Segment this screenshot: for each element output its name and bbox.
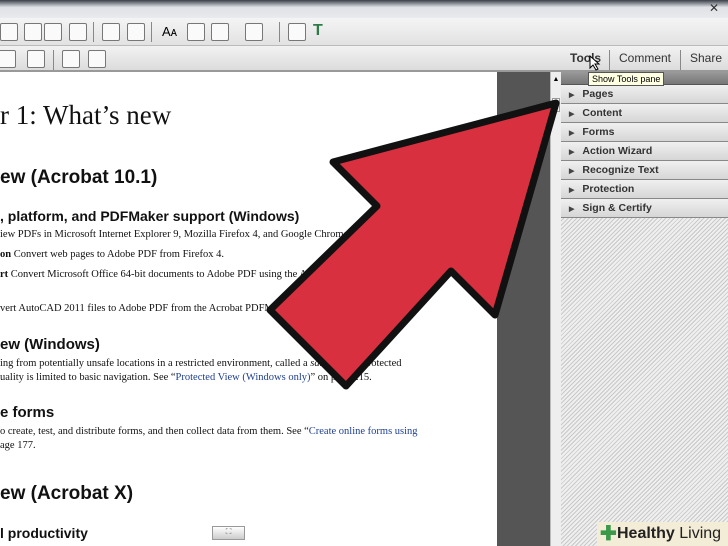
watermark-logo: ✚ Healthy Living [597, 522, 728, 546]
mouse-cursor-icon [589, 55, 601, 71]
logo-text: Living [674, 525, 722, 542]
plus-logo-icon: ✚ [600, 523, 617, 545]
tooltip: Show Tools pane [588, 72, 665, 86]
logo-text: Healthy [617, 525, 675, 542]
